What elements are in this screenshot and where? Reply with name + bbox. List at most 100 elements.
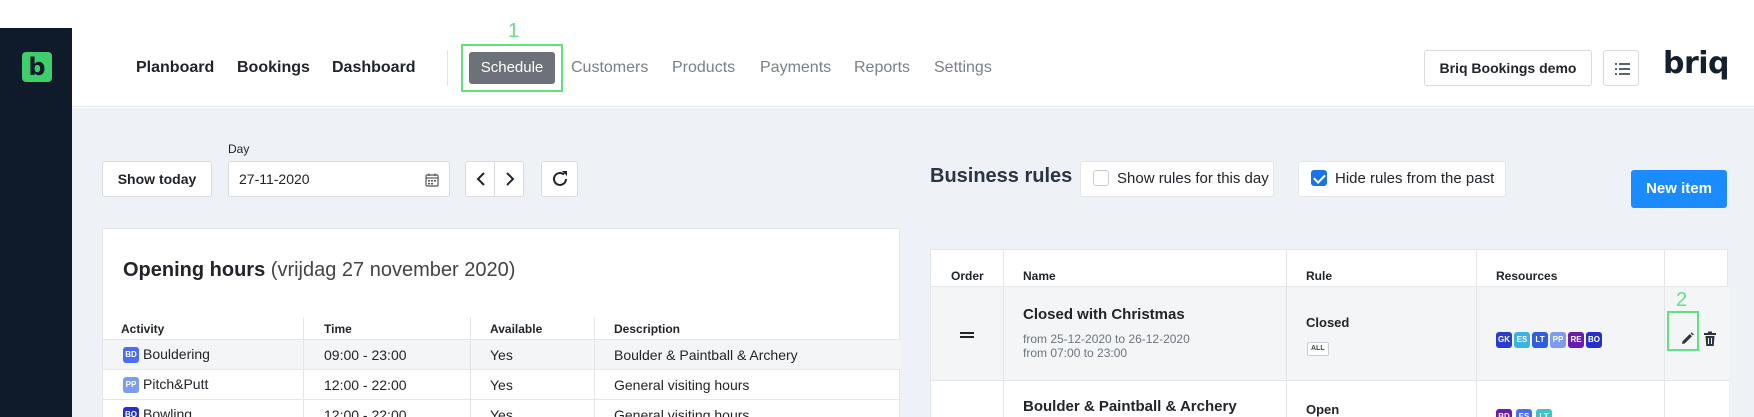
column-divider	[1476, 250, 1477, 417]
resource-badge: RE	[1568, 331, 1584, 348]
new-item-button[interactable]: New item	[1631, 170, 1727, 208]
show-rules-for-day-checkbox[interactable]: Show rules for this day	[1080, 161, 1274, 197]
list-icon	[1615, 63, 1630, 75]
activity-badge: BO	[123, 407, 139, 417]
resource-badges: BD ES LT	[1496, 408, 1556, 417]
rule-name: Closed with Christmas	[1023, 306, 1185, 323]
resource-badge: BD	[1496, 408, 1512, 417]
available-cell: Yes	[490, 377, 513, 393]
show-rules-label: Show rules for this day	[1117, 170, 1269, 187]
column-divider	[594, 317, 595, 417]
calendar-icon	[425, 173, 439, 187]
drag-handle-icon[interactable]	[960, 332, 974, 338]
time-cell: 09:00 - 23:00	[324, 347, 407, 363]
opening-hours-date: (vrijdag 27 november 2020)	[270, 259, 516, 281]
available-cell: Yes	[490, 347, 513, 363]
column-header-time: Time	[324, 322, 352, 336]
day-date-input[interactable]: 27-11-2020	[228, 161, 450, 197]
nav-settings[interactable]: Settings	[934, 58, 992, 78]
time-cell: 12:00 - 22:00	[324, 377, 407, 393]
rule-type: Closed	[1306, 315, 1350, 330]
previous-day-button[interactable]	[465, 161, 495, 197]
checkbox-checked-icon[interactable]	[1311, 170, 1327, 187]
column-divider	[1003, 250, 1004, 417]
show-today-button[interactable]: Show today	[102, 161, 212, 197]
description-cell: Boulder & Paintball & Archery	[614, 347, 798, 363]
nav-customers[interactable]: Customers	[571, 58, 648, 78]
annotation-number-1: 1	[508, 20, 520, 42]
time-cell: 12:00 - 22:00	[324, 407, 407, 417]
resource-badges: GK ES LT PP RE BO	[1496, 331, 1604, 349]
column-header-rule: Rule	[1306, 269, 1333, 283]
activity-badge: PP	[123, 377, 139, 394]
rule-time-range: from 07:00 to 23:00	[1023, 346, 1128, 360]
app-frame: b Planboard Bookings Dashboard 1 Schedul…	[0, 0, 1754, 417]
resource-badge: ES	[1514, 331, 1530, 348]
rule-scope-tag: ALL	[1307, 342, 1329, 356]
delete-trash-icon[interactable]	[1703, 331, 1717, 347]
opening-hours-panel: Opening hours (vrijdag 27 november 2020)…	[102, 228, 901, 417]
hide-past-rules-label: Hide rules from the past	[1335, 170, 1495, 187]
activity-name: Bowling	[143, 406, 193, 417]
activity-badge: BD	[123, 347, 139, 364]
app-logo-icon[interactable]: b	[22, 52, 52, 82]
nav-dashboard[interactable]: Dashboard	[332, 58, 416, 78]
resource-badge: PP	[1550, 331, 1566, 348]
column-divider	[1286, 250, 1287, 417]
resource-badge: LT	[1532, 331, 1548, 348]
nav-bookings[interactable]: Bookings	[237, 58, 310, 78]
resource-badge: ES	[1516, 408, 1532, 417]
hide-past-rules-checkbox[interactable]: Hide rules from the past	[1298, 161, 1506, 197]
annotation-number-2: 2	[1676, 289, 1688, 311]
activity-name: Bouldering	[143, 346, 210, 362]
column-header-available: Available	[490, 322, 543, 336]
nav-schedule[interactable]: Schedule	[469, 52, 555, 84]
column-header-resources: Resources	[1496, 269, 1558, 283]
annotation-highlight-2	[1667, 311, 1699, 351]
nav-payments[interactable]: Payments	[760, 58, 831, 78]
nav-divider	[447, 50, 448, 86]
opening-hours-heading: Opening hours	[123, 259, 266, 281]
rule-date-range: from 25-12-2020 to 26-12-2020	[1023, 332, 1190, 346]
business-rules-table: Order Name Rule Resources Closed with Ch…	[930, 249, 1729, 417]
refresh-button[interactable]	[541, 161, 578, 197]
table-row: BD Bouldering 09:00 - 23:00 Yes Boulder &…	[103, 339, 901, 369]
resource-badge: GK	[1496, 331, 1512, 348]
nav-planboard[interactable]: Planboard	[136, 58, 214, 78]
column-header-description: Description	[614, 322, 681, 336]
column-divider	[303, 317, 304, 417]
resource-badge: LT	[1536, 408, 1552, 417]
business-rules-title: Business rules	[930, 165, 1073, 187]
activity-cell: BD Bouldering	[123, 346, 210, 364]
next-day-button[interactable]	[494, 161, 524, 197]
nav-products[interactable]: Products	[672, 58, 735, 78]
chevron-right-icon	[506, 172, 515, 186]
list-menu-button[interactable]	[1603, 50, 1639, 86]
column-header-activity: Activity	[121, 322, 165, 336]
date-value: 27-11-2020	[239, 171, 310, 187]
rule-name: Boulder & Paintball & Archery	[1023, 398, 1237, 415]
chevron-left-icon	[476, 172, 485, 186]
nav-reports[interactable]: Reports	[854, 58, 910, 78]
resource-badge: BO	[1586, 331, 1602, 348]
activity-name: Pitch&Putt	[143, 376, 209, 392]
table-row[interactable]: Boulder & Paintball & Archery Open	[931, 381, 1729, 417]
account-demo-button[interactable]: Briq Bookings demo	[1424, 50, 1592, 86]
column-divider	[1664, 250, 1665, 417]
table-row[interactable]: Closed with Christmas from 25-12-2020 to…	[931, 286, 1729, 381]
sidebar	[0, 28, 72, 417]
description-cell: General visiting hours	[614, 407, 750, 417]
available-cell: Yes	[490, 407, 513, 417]
activity-cell: BO Bowling	[123, 406, 192, 417]
table-row: BO Bowling 12:00 - 22:00 Yes General visi…	[103, 399, 901, 417]
rule-type: Open	[1306, 402, 1340, 417]
opening-hours-title: Opening hours (vrijdag 27 november 2020)	[123, 259, 515, 282]
checkbox-unchecked-icon[interactable]	[1093, 170, 1109, 187]
column-header-order: Order	[951, 269, 984, 283]
table-row: PP Pitch&Putt 12:00 - 22:00 Yes General v…	[103, 369, 901, 399]
description-cell: General visiting hours	[614, 377, 750, 393]
column-header-name: Name	[1023, 269, 1056, 283]
day-label: Day	[228, 142, 250, 156]
column-divider	[470, 317, 471, 417]
refresh-icon	[553, 171, 567, 186]
